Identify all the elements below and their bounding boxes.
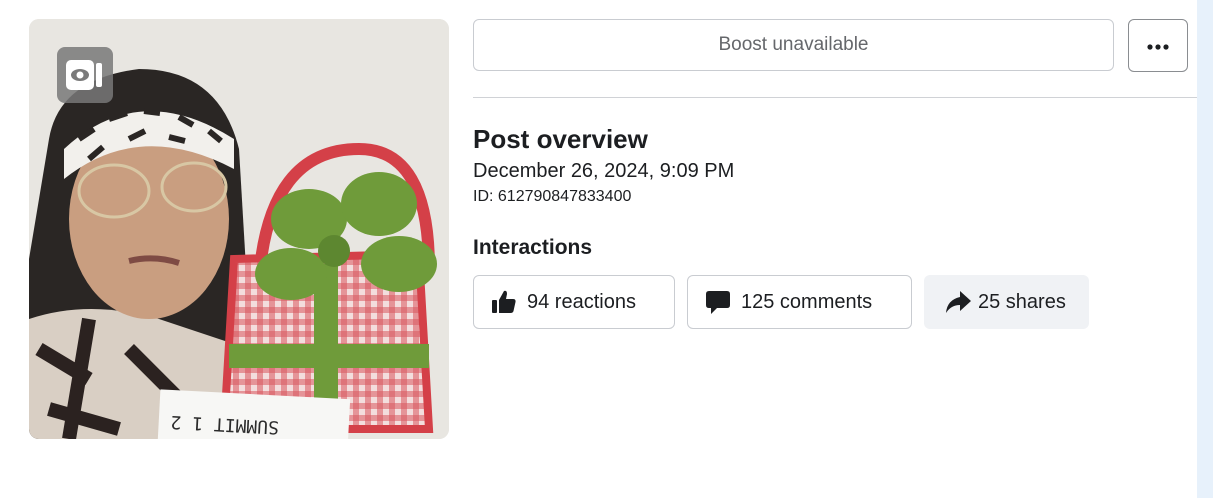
post-id: ID: 612790847833400	[473, 188, 632, 205]
section-divider	[473, 97, 1197, 98]
comments-button[interactable]: 125 comments	[687, 275, 912, 329]
boost-button[interactable]: Boost unavailable	[473, 19, 1114, 71]
shares-count: 25 shares	[978, 290, 1066, 313]
video-camera-icon	[65, 59, 105, 91]
more-options-button[interactable]	[1128, 19, 1188, 72]
shares-button[interactable]: 25 shares	[924, 275, 1089, 329]
post-overview-title: Post overview	[473, 124, 648, 154]
right-panel-edge	[1197, 0, 1213, 498]
comments-count: 125 comments	[741, 290, 873, 313]
interactions-heading: Interactions	[473, 236, 593, 259]
reactions-count: 94 reactions	[527, 290, 636, 313]
reactions-button[interactable]: 94 reactions	[473, 275, 675, 329]
boost-button-label: Boost unavailable	[718, 34, 869, 55]
post-date: December 26, 2024, 9:09 PM	[473, 160, 735, 182]
thumbs-up-icon	[491, 289, 517, 315]
comment-bubble-icon	[705, 289, 731, 315]
more-dots-icon	[1147, 37, 1169, 55]
video-badge	[57, 47, 113, 103]
share-arrow-icon	[944, 289, 972, 315]
post-thumbnail[interactable]: SUMMIT 1 2	[29, 19, 449, 439]
